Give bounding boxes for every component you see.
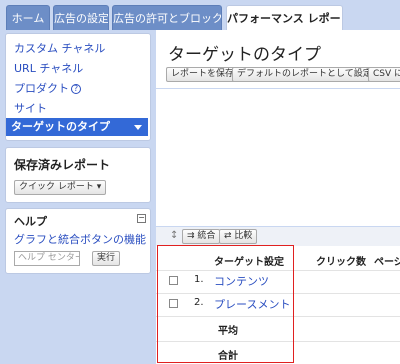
caret-down-icon [134, 125, 142, 130]
row-checkbox[interactable] [169, 276, 178, 285]
nav-active-label: ターゲットのタイプ [11, 120, 110, 133]
nav-url-channels[interactable]: URL チャネル [14, 60, 83, 76]
compare-label: 比較 [234, 231, 253, 241]
merge-button[interactable]: ⇉ 統合 [182, 229, 221, 244]
nav-custom-channels[interactable]: カスタム チャネル [14, 40, 105, 56]
average-label: 平均 [218, 326, 238, 337]
divider [156, 270, 400, 271]
row-link-placement[interactable]: プレースメント [214, 296, 290, 312]
compare-icon: ⇄ [224, 231, 232, 241]
nav-target-type-active[interactable]: ターゲットのタイプ [6, 118, 148, 136]
minimize-icon[interactable]: − [137, 214, 146, 223]
help-go-button[interactable]: 実行 [92, 251, 121, 266]
tab-ad-settings[interactable]: 広告の設定 [53, 5, 109, 30]
divider [156, 293, 400, 294]
column-header-pageviews[interactable]: ページビュー [374, 253, 400, 268]
compare-button[interactable]: ⇄ 比較 [219, 229, 258, 244]
set-default-report-button[interactable]: デフォルトのレポートとして設定 [232, 67, 377, 82]
save-report-button[interactable]: レポートを保存 [166, 67, 240, 82]
merge-icon: ⇉ [187, 231, 195, 241]
tab-home[interactable]: ホーム [6, 5, 50, 30]
resize-icon: ↕ [170, 230, 179, 241]
merge-label: 統合 [197, 231, 216, 241]
row-checkbox[interactable] [169, 299, 178, 308]
divider [156, 88, 400, 89]
export-csv-button[interactable]: CSV にエクスポート [368, 67, 400, 82]
page-title: ターゲットのタイプ [168, 45, 321, 65]
help-title: ヘルプ [14, 215, 47, 228]
row-index: 1. [194, 274, 204, 285]
help-search-input[interactable]: ヘルプ センターを [14, 251, 80, 266]
quick-report-dropdown[interactable]: クイック レポート ▾ [14, 180, 107, 195]
tab-performance-reports[interactable]: パフォーマンス レポート [226, 5, 343, 31]
nav-products[interactable]: プロダクト? [14, 80, 81, 96]
help-panel: ヘルプ − グラフと統合ボタンの機能 ヘルプ センターを 実行 [5, 208, 151, 274]
column-header-clicks[interactable]: クリック数 [316, 253, 366, 268]
nav-sites[interactable]: サイト [14, 100, 47, 116]
divider [156, 341, 400, 342]
saved-reports-title: 保存済みレポート [14, 158, 111, 172]
total-label: 合計 [218, 351, 238, 362]
row-link-content[interactable]: コンテンツ [214, 273, 269, 289]
graph-toolbar: ↕ ⇉ 統合 ⇄ 比較 [156, 226, 400, 246]
main-content: ターゲットのタイプ レポートを保存 デフォルトのレポートとして設定 CSV にエ… [156, 30, 400, 364]
divider [156, 316, 400, 317]
tab-bar: ホーム 広告の設定 広告の許可とブロック パフォーマンス レポート [0, 0, 400, 31]
saved-reports-panel: 保存済みレポート クイック レポート ▾ [5, 147, 151, 203]
help-question-icon[interactable]: ? [71, 84, 81, 94]
tab-allow-block-ads[interactable]: 広告の許可とブロック [112, 5, 222, 30]
row-index: 2. [194, 297, 204, 308]
nav-products-label[interactable]: プロダクト [14, 82, 69, 95]
column-header-target[interactable]: ターゲット設定 [214, 253, 284, 268]
help-link-graph-buttons[interactable]: グラフと統合ボタンの機能 [14, 231, 146, 247]
